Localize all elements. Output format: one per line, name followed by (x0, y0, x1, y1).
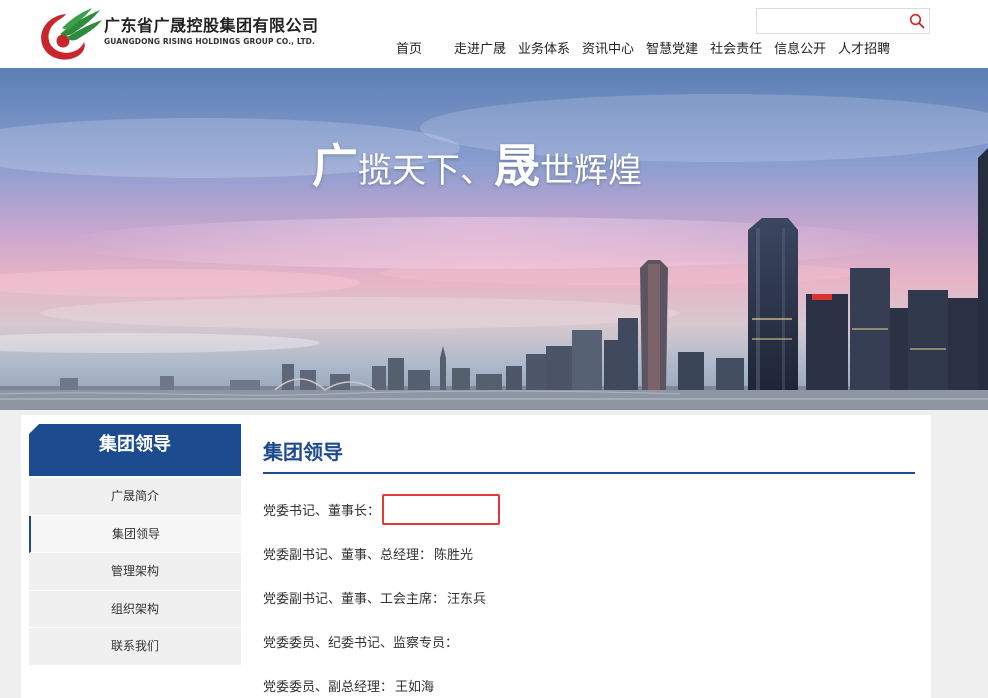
nav-business[interactable]: 业务体系 (518, 41, 570, 59)
site-header: 广东省广晟控股集团有限公司 GUANGDONG RISING HOLDINGS … (0, 0, 988, 68)
leader-row: 党委书记、董事长： (263, 500, 382, 519)
search-box (756, 8, 930, 34)
nav-news[interactable]: 资讯中心 (582, 41, 634, 59)
company-logo[interactable] (36, 8, 102, 64)
sidebar-menu: 广晟简介 集团领导 管理架构 组织架构 联系我们 (29, 478, 241, 666)
sidebar-item-org-structure[interactable]: 组织架构 (29, 590, 241, 628)
banner-slogan: 广揽天下、晟世辉煌 (312, 130, 642, 196)
leader-role: 党委副书记、董事、工会主席： (263, 592, 446, 607)
leader-role: 党委委员、副总经理： (263, 680, 394, 695)
sidebar-item-contact[interactable]: 联系我们 (29, 628, 241, 666)
page-title: 集团领导 (263, 440, 343, 464)
leader-name: 汪东兵 (447, 592, 487, 607)
leader-role: 党委副书记、董事、总经理： (263, 548, 433, 563)
hero-banner: 广揽天下、晟世辉煌 (0, 68, 988, 410)
sidebar-item-intro[interactable]: 广晟简介 (29, 478, 241, 516)
leader-role: 党委书记、董事长： (263, 504, 381, 519)
leader-role: 党委委员、纪委书记、监察专员： (263, 636, 459, 651)
sidebar-item-leadership[interactable]: 集团领导 (29, 515, 241, 553)
nav-about[interactable]: 走进广晟 (454, 41, 506, 59)
leader-name: 陈胜光 (434, 548, 474, 563)
main-nav: 首页 走进广晟 业务体系 资讯中心 智慧党建 社会责任 信息公开 人才招聘 (396, 41, 902, 59)
city-skyline-image (0, 68, 988, 410)
nav-home[interactable]: 首页 (396, 41, 422, 59)
leader-name: 王如海 (395, 680, 435, 695)
slogan-part-2: 世辉煌 (540, 151, 642, 191)
sidebar-title: 集团领导 (29, 424, 241, 476)
company-name-cn: 广东省广晟控股集团有限公司 (104, 16, 319, 35)
company-name-en: GUANGDONG RISING HOLDINGS GROUP CO., LTD… (104, 37, 315, 46)
sidebar-item-management-structure[interactable]: 管理架构 (29, 553, 241, 591)
search-input[interactable] (757, 9, 905, 33)
leader-row: 党委副书记、董事、工会主席： 汪东兵 (263, 588, 486, 607)
leader-row: 党委委员、纪委书记、监察专员： (263, 632, 460, 651)
nav-party-building[interactable]: 智慧党建 (646, 41, 698, 59)
nav-social-responsibility[interactable]: 社会责任 (710, 41, 762, 59)
highlight-annotation-box (382, 494, 500, 525)
search-icon[interactable] (909, 13, 925, 29)
nav-careers[interactable]: 人才招聘 (838, 41, 890, 59)
slogan-part-1: 揽天下、 (358, 151, 494, 191)
nav-disclosure[interactable]: 信息公开 (774, 41, 826, 59)
leader-row: 党委副书记、董事、总经理： 陈胜光 (263, 544, 473, 563)
title-divider (263, 472, 915, 474)
slogan-big-2: 晟 (494, 139, 540, 193)
leader-row: 党委委员、副总经理： 王如海 (263, 676, 434, 695)
slogan-big-1: 广 (312, 139, 358, 193)
